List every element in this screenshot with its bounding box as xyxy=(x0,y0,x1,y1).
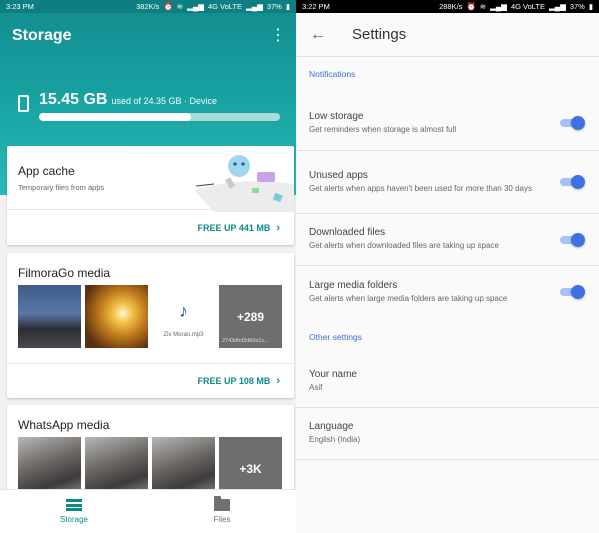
device-text: 15.45 GB used of 24.35 GB · Device xyxy=(39,91,282,109)
free-up-cache-button[interactable]: FREE UP 441 MB › xyxy=(7,210,294,245)
status-network: 4G VoLTE xyxy=(207,2,242,11)
pref-subtitle: Get alerts when apps haven't been used f… xyxy=(309,183,532,193)
whatsapp-title: WhatsApp media xyxy=(18,418,110,432)
notifications-header: Notifications xyxy=(309,69,356,79)
wifi-icon: ≋ xyxy=(479,2,487,11)
app-cache-body: App cache Temporary files from apps xyxy=(7,146,294,212)
media-thumbnail[interactable] xyxy=(85,285,148,348)
other-settings-header: Other settings xyxy=(309,332,362,342)
settings-screen: 3:22 PM 288K/s ⏰ ≋ ▂▄▆ 4G VoLTE ▂▄▆ 37% … xyxy=(296,0,599,533)
nav-storage-label: Storage xyxy=(59,515,89,524)
signal-icon-2: ▂▄▆ xyxy=(548,2,566,11)
pref-your-name[interactable]: Your name Asif xyxy=(296,356,599,408)
wifi-icon: ≋ xyxy=(176,2,184,11)
storage-screen: 3:23 PM 382K/s ⏰ ≋ ▂▄▆ 4G VoLTE ▂▄▆ 37% … xyxy=(0,0,296,533)
bottom-navigation: Storage Files xyxy=(0,489,296,533)
signal-icon: ▂▄▆ xyxy=(187,2,204,11)
pref-low-storage[interactable]: Low storage Get reminders when storage i… xyxy=(296,96,599,151)
status-time: 3:23 PM xyxy=(6,2,34,11)
pref-title: Unused apps xyxy=(309,169,368,181)
free-up-filmorago-button[interactable]: FREE UP 108 MB › xyxy=(7,363,294,398)
device-storage[interactable]: 15.45 GB used of 24.35 GB · Device xyxy=(18,91,282,121)
unused-apps-toggle[interactable] xyxy=(560,175,585,189)
app-cache-illustration xyxy=(194,155,294,212)
status-battery: 37% xyxy=(266,2,282,11)
screenshot-frame: 3:23 PM 382K/s ⏰ ≋ ▂▄▆ 4G VoLTE ▂▄▆ 37% … xyxy=(0,0,599,533)
nav-storage[interactable]: Storage xyxy=(0,490,148,533)
more-media-count: +289 xyxy=(236,309,265,324)
music-note-icon: ♪ xyxy=(179,301,188,321)
battery-icon: ▮ xyxy=(285,2,290,11)
app-bar: Storage ⋮ xyxy=(0,13,296,58)
signal-icon: ▂▄▆ xyxy=(490,2,507,11)
status-icons: 382K/s ⏰ ≋ ▂▄▆ 4G VoLTE ▂▄▆ 37% ▮ xyxy=(136,2,290,11)
alarm-icon: ⏰ xyxy=(466,2,476,11)
pref-subtitle: Get alerts when downloaded files are tak… xyxy=(309,241,499,251)
storage-progress-fill xyxy=(39,113,191,121)
large-media-toggle[interactable] xyxy=(560,285,585,299)
more-vert-icon[interactable]: ⋮ xyxy=(270,27,286,44)
status-time: 3:22 PM xyxy=(302,2,330,11)
pref-downloaded-files[interactable]: Downloaded files Get alerts when downloa… xyxy=(296,214,599,266)
nav-files[interactable]: Files xyxy=(148,490,296,533)
storage-list-icon xyxy=(66,499,82,511)
app-title: Storage xyxy=(12,26,72,44)
storage-progress-bar xyxy=(39,113,280,121)
filmorago-media-card[interactable]: FilmoraGo media ♪ Ziv Moran.mp3 +289 274… xyxy=(7,253,294,398)
status-icons: 288K/s ⏰ ≋ ▂▄▆ 4G VoLTE ▂▄▆ 37% ▮ xyxy=(439,2,593,11)
storage-used: 15.45 GB xyxy=(39,91,108,108)
pref-title: Your name xyxy=(309,369,357,381)
more-media-count: +3K xyxy=(239,461,262,476)
phone-icon xyxy=(18,95,29,112)
pref-subtitle: Get alerts when large media folders are … xyxy=(309,293,508,303)
pref-title: Downloaded files xyxy=(309,227,386,239)
more-media-file-name: 2743dfcf2db0e1c... xyxy=(222,338,269,344)
downloaded-files-toggle[interactable] xyxy=(560,232,585,247)
pref-large-media-folders[interactable]: Large media folders Get alerts when larg… xyxy=(296,266,599,318)
pref-title: Language xyxy=(309,421,354,433)
chevron-right-icon: › xyxy=(276,221,280,234)
free-up-cache-label: FREE UP 441 MB xyxy=(197,222,271,233)
media-thumbnail[interactable] xyxy=(18,285,81,348)
status-network: 4G VoLTE xyxy=(510,2,545,11)
status-bar: 3:22 PM 288K/s ⏰ ≋ ▂▄▆ 4G VoLTE ▂▄▆ 37% … xyxy=(296,0,599,13)
pref-title: Large media folders xyxy=(309,279,398,291)
more-media-thumbnail[interactable]: +289 2743dfcf2db0e1c... xyxy=(219,285,282,348)
app-cache-card[interactable]: App cache Temporary files from apps FREE… xyxy=(7,146,294,245)
chevron-right-icon: › xyxy=(276,374,280,387)
filmorago-thumbnails: ♪ Ziv Moran.mp3 +289 2743dfcf2db0e1c... xyxy=(18,285,282,348)
free-up-filmorago-label: FREE UP 108 MB xyxy=(197,375,271,386)
folder-icon xyxy=(214,496,230,511)
alarm-icon: ⏰ xyxy=(163,2,173,11)
nav-files-label: Files xyxy=(213,515,231,524)
battery-icon: ▮ xyxy=(588,2,593,11)
status-bar: 3:23 PM 382K/s ⏰ ≋ ▂▄▆ 4G VoLTE ▂▄▆ 37% … xyxy=(0,0,296,13)
pref-unused-apps[interactable]: Unused apps Get alerts when apps haven't… xyxy=(296,151,599,214)
settings-app-bar: ← Settings xyxy=(296,13,599,57)
status-battery: 37% xyxy=(569,2,585,11)
pref-title: Low storage xyxy=(309,110,364,122)
arrow-back-icon[interactable]: ← xyxy=(310,26,326,44)
pref-value: English (India) xyxy=(309,435,361,445)
pref-subtitle: Get reminders when storage is almost ful… xyxy=(309,124,457,134)
status-speed: 382K/s xyxy=(136,2,160,11)
low-storage-toggle[interactable] xyxy=(560,116,585,130)
device-info: 15.45 GB used of 24.35 GB · Device xyxy=(39,91,282,121)
storage-detail: used of 24.35 GB · Device xyxy=(111,96,218,106)
settings-title: Settings xyxy=(352,26,407,43)
pref-language[interactable]: Language English (India) xyxy=(296,408,599,460)
audio-file-name: Ziv Moran.mp3 xyxy=(163,332,204,338)
signal-icon-2: ▂▄▆ xyxy=(245,2,263,11)
status-speed: 288K/s xyxy=(439,2,463,11)
pref-value: Asif xyxy=(309,383,323,393)
filmorago-title: FilmoraGo media xyxy=(18,266,111,280)
audio-thumbnail[interactable]: ♪ Ziv Moran.mp3 xyxy=(152,285,215,348)
